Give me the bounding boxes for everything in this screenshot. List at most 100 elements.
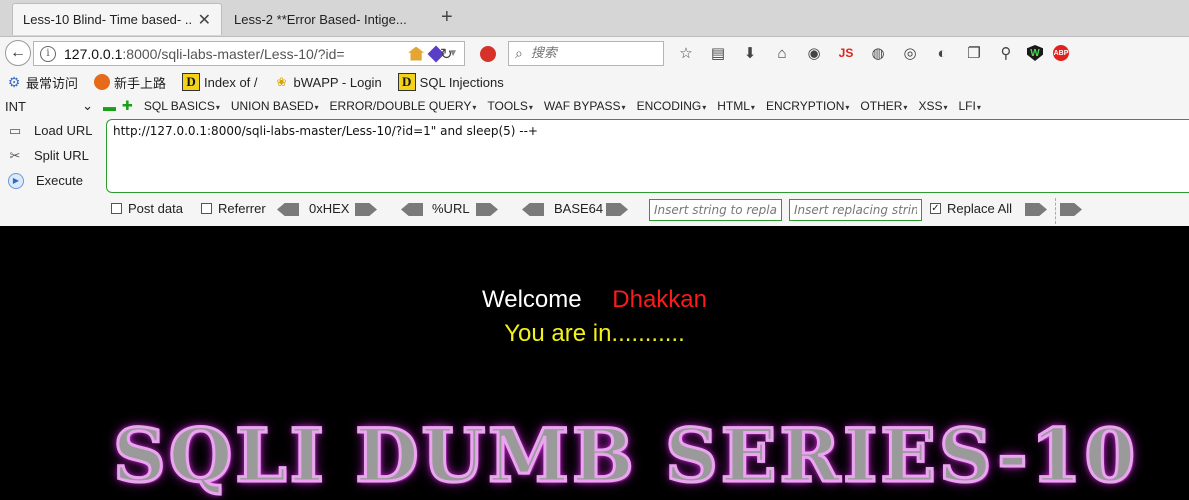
tab-less-2[interactable]: Less-2 **Error Based- Intige...	[224, 3, 434, 35]
type-select[interactable]: INT ⌄	[5, 97, 97, 115]
shield-w-icon[interactable]: W	[1027, 45, 1043, 61]
adblock-icon[interactable]: ABP	[1053, 45, 1069, 61]
search-box[interactable]: ⌕	[508, 41, 664, 66]
hackbar-options: Post data Referrer 0xHEX %URL BASE64 ✓ Re…	[0, 198, 1189, 224]
menu-sql-basics[interactable]: SQL BASICS	[144, 99, 220, 113]
arrow-left-icon: ←	[10, 44, 26, 61]
load-url-button[interactable]: ▭ Load URL	[0, 118, 104, 143]
base64-decode-button[interactable]	[522, 203, 544, 216]
bookmark-most-visited[interactable]: ⚙ 最常访问	[0, 73, 78, 92]
search-input[interactable]	[528, 45, 643, 62]
base64-encode-button[interactable]	[606, 203, 628, 216]
chevron-down-icon: ⌄	[82, 98, 93, 113]
bookmark-label: 最常访问	[26, 75, 79, 91]
magnifier-icon[interactable]: ⚲	[995, 43, 1017, 63]
bookmark-getting-started[interactable]: 新手上路	[88, 73, 166, 92]
bookmarks-bar: ⚙ 最常访问 新手上路 D Index of / ❀ bWAPP - Login DS…	[0, 70, 1189, 94]
ghost-icon[interactable]: ◉	[803, 43, 825, 63]
welcome-text: Welcome	[482, 286, 582, 313]
insert-string-input[interactable]	[649, 199, 782, 221]
bookmark-index-of[interactable]: D Index of /	[176, 73, 258, 91]
search-icon: ⌕	[515, 45, 523, 61]
url-encode-button[interactable]	[476, 203, 498, 216]
menu-error-double-query[interactable]: ERROR/DOUBLE QUERY	[330, 99, 477, 113]
reload-icon[interactable]: ↻	[440, 45, 453, 63]
home-icon[interactable]	[408, 46, 425, 61]
browser-chrome: Less-10 Blind- Time based- ... ✕ Less-2 …	[0, 0, 1189, 226]
type-select-value: INT	[5, 98, 26, 114]
post-data-checkbox[interactable]	[111, 203, 122, 214]
hex-encode-button[interactable]	[355, 203, 377, 216]
bee-icon: ❀	[276, 75, 287, 89]
replacing-string-input[interactable]	[789, 199, 922, 221]
bookmark-sql-injections[interactable]: D SQL Injections	[392, 73, 504, 91]
d-icon: D	[182, 73, 201, 91]
javascript-toggle-icon[interactable]: JS	[835, 43, 857, 63]
url-path: :8000/sqli-labs-master/Less-10/?id=	[122, 45, 345, 62]
replace-all-button[interactable]	[1025, 203, 1047, 216]
referrer-label: Referrer	[218, 201, 266, 216]
tab-title: Less-10 Blind- Time based- ...	[23, 12, 192, 27]
bookmark-label: Index of /	[204, 74, 258, 90]
palette-icon[interactable]: ◎	[899, 43, 921, 63]
bookmark-label: bWAPP - Login	[293, 74, 382, 90]
page-content: Welcome Dhakkan You are in........... SQ…	[0, 226, 1189, 500]
minus-icon[interactable]: ▬	[103, 99, 116, 114]
menu-xss[interactable]: XSS	[918, 99, 947, 113]
download-icon[interactable]: ⬇	[739, 43, 761, 63]
menu-lfi[interactable]: LFI	[958, 99, 980, 113]
address-bar[interactable]: i 127.0.0.1:8000/sqli-labs-master/Less-1…	[33, 41, 465, 66]
post-data-label: Post data	[128, 201, 183, 216]
split-url-label: Split URL	[34, 148, 89, 163]
execute-button[interactable]: ▶ Execute	[0, 168, 104, 193]
base64-label: BASE64	[554, 201, 604, 216]
scissors-icon: ✂	[9, 147, 21, 163]
hackbar-url-textarea[interactable]: http://127.0.0.1:8000/sqli-labs-master/L…	[106, 119, 1189, 193]
menu-other[interactable]: OTHER	[860, 99, 907, 113]
menu-union-based[interactable]: UNION BASED	[231, 99, 319, 113]
referrer-checkbox[interactable]	[201, 203, 212, 214]
reading-list-icon[interactable]: ▤	[707, 43, 729, 63]
replace-all-label: Replace All	[947, 201, 1013, 216]
split-url-button[interactable]: ✂ Split URL	[0, 143, 104, 168]
star-icon[interactable]: ☆	[675, 43, 697, 63]
new-tab-icon[interactable]: +	[441, 6, 453, 29]
post-data-option[interactable]: Post data	[111, 201, 183, 216]
gear-icon: ⚙	[7, 73, 21, 90]
hex-decode-button[interactable]	[277, 203, 299, 216]
replace-all-checkbox[interactable]: ✓	[930, 203, 941, 214]
globe-icon[interactable]: ◍	[867, 43, 889, 63]
banner-title: SQLI DUMB SERIES-10	[112, 412, 1139, 500]
d-icon: D	[397, 73, 416, 91]
tab-less-10[interactable]: Less-10 Blind- Time based- ... ✕	[12, 3, 222, 35]
execute-label: Execute	[36, 173, 83, 188]
menu-encryption[interactable]: ENCRYPTION	[766, 99, 849, 113]
vpn-icon[interactable]: ◐	[931, 43, 953, 63]
info-icon[interactable]: i	[40, 45, 56, 62]
menu-tools[interactable]: TOOLS	[487, 99, 532, 113]
bookmark-bwapp[interactable]: ❀ bWAPP - Login	[268, 74, 382, 90]
home-icon[interactable]: ⌂	[771, 43, 793, 63]
replace-next-button[interactable]	[1060, 203, 1082, 216]
replace-all-option[interactable]: ✓ Replace All	[930, 201, 1012, 216]
stop-icon[interactable]	[480, 46, 496, 62]
copy-icon[interactable]: ❐	[963, 43, 985, 63]
bookmark-label: 新手上路	[114, 75, 167, 91]
toolbar-icons: ☆ ▤ ⬇ ⌂ ◉ JS ◍ ◎ ◐ ❐ ⚲ W ABP	[675, 43, 1069, 63]
menu-html[interactable]: HTML	[717, 99, 755, 113]
url-encode-label: %URL	[432, 201, 470, 216]
tab-strip: Less-10 Blind- Time based- ... ✕ Less-2 …	[0, 0, 1189, 37]
url-host: 127.0.0.1	[64, 45, 123, 62]
referrer-option[interactable]: Referrer	[201, 201, 266, 216]
menu-encoding[interactable]: ENCODING	[637, 99, 707, 113]
bookmark-label: SQL Injections	[419, 74, 504, 90]
close-icon[interactable]: ✕	[198, 10, 211, 30]
url-text[interactable]: 127.0.0.1:8000/sqli-labs-master/Less-10/…	[64, 46, 408, 62]
menu-waf-bypass[interactable]: WAF BYPASS	[544, 99, 626, 113]
url-decode-button[interactable]	[401, 203, 423, 216]
plus-icon[interactable]: ✚	[122, 98, 133, 114]
back-button[interactable]: ←	[5, 40, 31, 66]
load-icon: ▭	[8, 122, 22, 138]
welcome-line: Welcome Dhakkan	[0, 286, 1189, 314]
hex-label: 0xHEX	[309, 201, 350, 216]
